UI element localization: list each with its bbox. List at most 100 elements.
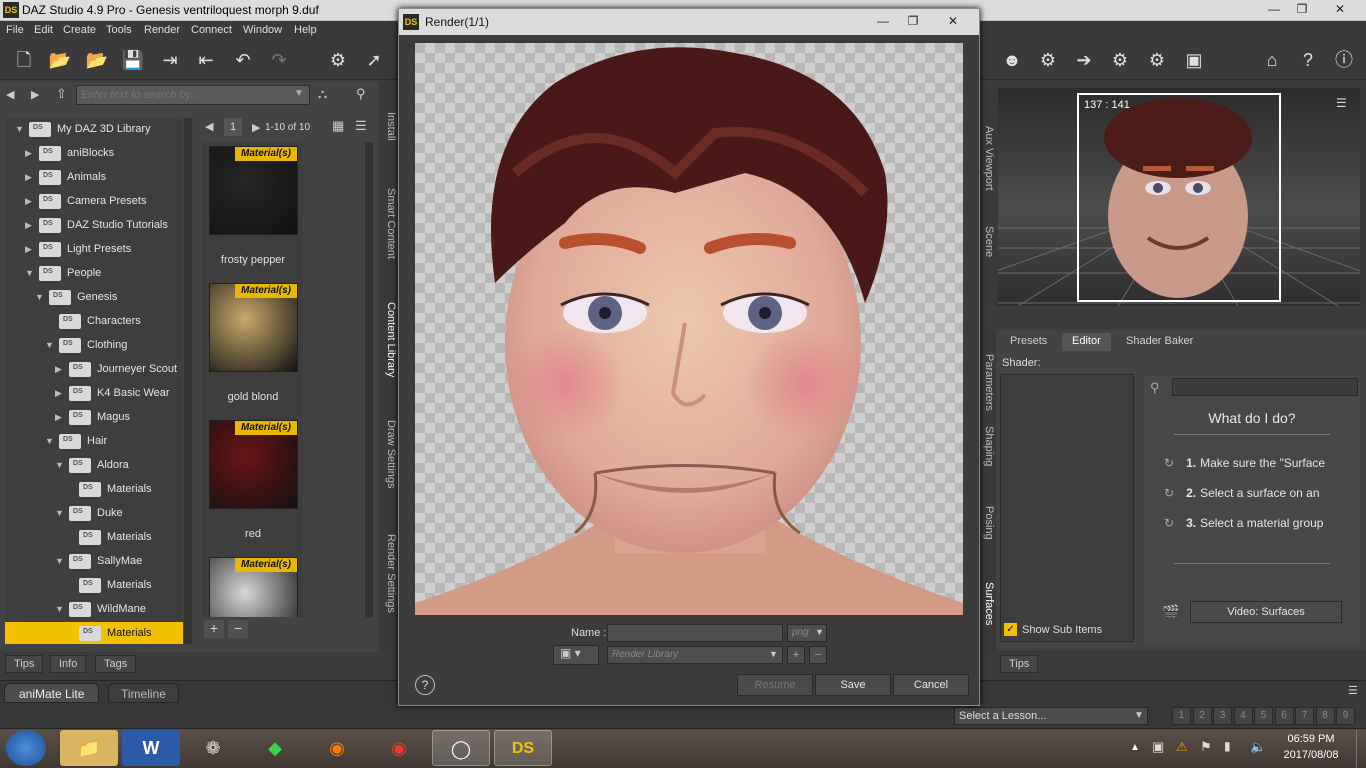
expand-arrow-icon[interactable]: ▶ xyxy=(25,148,32,159)
tree-scrollbar[interactable] xyxy=(184,118,192,644)
page-forward-icon[interactable]: ▶ xyxy=(252,121,260,134)
expand-arrow-icon[interactable]: ▶ xyxy=(25,244,32,255)
library-dropdown-icon[interactable]: ▼ xyxy=(769,649,778,659)
tree-item[interactable]: ▼ Clothing xyxy=(5,334,183,358)
tray-network-icon[interactable]: ▮ xyxy=(1224,739,1231,753)
tab-posing[interactable]: Posing xyxy=(979,506,995,540)
tab-parameters[interactable]: Parameters xyxy=(979,354,995,411)
surface-list[interactable] xyxy=(1000,374,1134,642)
material-thumbnail[interactable]: Material(s) xyxy=(209,146,298,235)
collapse-arrow-icon[interactable]: ▼ xyxy=(25,268,34,278)
page-number[interactable]: 1 xyxy=(224,118,242,136)
forward-arrow-icon[interactable]: ▶ xyxy=(31,88,39,101)
tab-editor[interactable]: Editor xyxy=(1062,333,1111,351)
new-file-icon[interactable]: 🗋 xyxy=(12,48,36,72)
menu-render[interactable]: Render xyxy=(144,24,180,36)
tab-smart-content[interactable]: Smart Content xyxy=(381,188,397,259)
remove-icon[interactable]: − xyxy=(228,620,248,638)
format-dropdown-icon[interactable]: ▼ xyxy=(815,627,824,637)
merge-file-icon[interactable]: 📂 xyxy=(85,48,109,72)
render-maximize-icon[interactable]: ❐ xyxy=(899,12,927,30)
search-icon[interactable]: ⚲ xyxy=(356,86,366,102)
timeline-menu-icon[interactable]: ☰ xyxy=(1348,684,1358,697)
tab-info[interactable]: Info xyxy=(50,655,87,673)
tree-item[interactable]: Characters xyxy=(5,310,183,334)
save-button[interactable]: Save xyxy=(815,674,891,696)
figure-tool-icon[interactable]: ☻ xyxy=(1000,48,1024,72)
tree-item[interactable]: ▼ SallyMae xyxy=(5,550,183,574)
app-task-icon[interactable]: ❁ xyxy=(184,730,242,766)
sims-task-icon[interactable]: ◆ xyxy=(246,730,304,766)
tree-item[interactable]: Materials xyxy=(5,478,183,502)
menu-file[interactable]: File xyxy=(6,24,24,36)
export-icon[interactable]: ⇤ xyxy=(194,48,218,72)
show-sub-items-checkbox[interactable]: ✓ xyxy=(1004,623,1017,636)
open-file-icon[interactable]: 📂 xyxy=(48,48,72,72)
render-settings-icon[interactable]: ⚙ xyxy=(1108,48,1132,72)
tab-tips[interactable]: Tips xyxy=(5,655,44,673)
tray-app-icon[interactable]: ▣ xyxy=(1152,739,1164,755)
lesson-page-button[interactable]: 6 xyxy=(1274,707,1294,725)
material-thumbnail[interactable]: Material(s) xyxy=(209,283,298,372)
universal-tool-icon[interactable]: ➚ xyxy=(362,48,386,72)
show-desktop-button[interactable] xyxy=(1356,730,1366,768)
expand-arrow-icon[interactable]: ▶ xyxy=(55,388,62,399)
tab-tags[interactable]: Tags xyxy=(95,655,137,673)
database-icon[interactable]: ⛬ xyxy=(318,86,327,102)
chrome-task-icon[interactable]: ◉ xyxy=(370,730,428,766)
tree-item[interactable]: Materials xyxy=(5,526,183,550)
library-icon[interactable]: ▣ ▾ xyxy=(553,645,599,665)
render-scrollbar[interactable] xyxy=(947,43,957,615)
clock-date[interactable]: 2017/08/08 xyxy=(1280,749,1342,761)
maximize-icon[interactable]: ❐ xyxy=(1288,0,1316,18)
help-search-input[interactable] xyxy=(1172,378,1358,396)
tab-content-library[interactable]: Content Library xyxy=(381,302,397,377)
aux-viewport[interactable]: 137 : 141 ☰ xyxy=(998,88,1360,306)
redo-icon[interactable]: ↷ xyxy=(267,48,291,72)
daz-install-task-icon[interactable]: ◯ xyxy=(432,730,490,766)
tree-item[interactable]: ▶ Journeyer Scout xyxy=(5,358,183,382)
expand-arrow-icon[interactable]: ▶ xyxy=(25,172,32,183)
pointer-tool-icon[interactable]: ➔ xyxy=(1072,48,1096,72)
tab-timeline[interactable]: Timeline xyxy=(108,683,179,703)
tab-scene[interactable]: Scene xyxy=(979,226,995,257)
word-task-icon[interactable]: W xyxy=(122,730,180,766)
menu-create[interactable]: Create xyxy=(63,24,96,36)
collapse-arrow-icon[interactable]: ▼ xyxy=(55,508,64,518)
tree-item[interactable]: Materials xyxy=(5,574,183,598)
collapse-arrow-icon[interactable]: ▼ xyxy=(55,556,64,566)
material-thumbnail[interactable]: Material(s) xyxy=(209,420,298,509)
up-arrow-icon[interactable]: ⇧ xyxy=(56,86,67,102)
firefox-task-icon[interactable]: ◉ xyxy=(308,730,366,766)
explorer-task-icon[interactable]: 📁 xyxy=(60,730,118,766)
library-remove-icon[interactable]: − xyxy=(809,646,827,664)
tray-flag-icon[interactable]: ⚑ xyxy=(1200,739,1212,755)
tab-shader-baker[interactable]: Shader Baker xyxy=(1116,333,1203,351)
expand-arrow-icon[interactable]: ▶ xyxy=(25,196,32,207)
tree-item[interactable]: ▼ Duke xyxy=(5,502,183,526)
resume-button[interactable]: Resume xyxy=(737,674,813,696)
tab-render-settings[interactable]: Render Settings xyxy=(381,534,397,613)
help-icon[interactable]: ⓘ xyxy=(1332,48,1356,72)
menu-connect[interactable]: Connect xyxy=(191,24,232,36)
lesson-page-button[interactable]: 4 xyxy=(1233,707,1253,725)
minimize-icon[interactable]: — xyxy=(1260,0,1288,18)
cancel-button[interactable]: Cancel xyxy=(893,674,969,696)
node-select-icon[interactable]: ⚙ xyxy=(326,48,350,72)
tray-volume-icon[interactable]: 🔈 xyxy=(1250,739,1266,755)
tab-shaping[interactable]: Shaping xyxy=(979,426,995,466)
import-icon[interactable]: ⇥ xyxy=(158,48,182,72)
tree-item[interactable]: ▶ Camera Presets xyxy=(5,190,183,214)
grid-view-icon[interactable]: ▦ xyxy=(332,118,344,134)
aux-menu-icon[interactable]: ☰ xyxy=(1336,96,1347,110)
save-icon[interactable]: 💾 xyxy=(121,48,145,72)
menu-edit[interactable]: Edit xyxy=(34,24,53,36)
tab-install[interactable]: Install xyxy=(381,112,397,141)
daz-studio-task-icon[interactable]: DS xyxy=(494,730,552,766)
undo-icon[interactable]: ↶ xyxy=(231,48,255,72)
add-icon[interactable]: + xyxy=(204,620,224,638)
thumb-scrollbar[interactable] xyxy=(365,142,373,617)
tree-item[interactable]: ▼ WildMane xyxy=(5,598,183,622)
start-button[interactable] xyxy=(6,730,46,766)
render-library-select[interactable]: Render Library xyxy=(607,646,783,664)
